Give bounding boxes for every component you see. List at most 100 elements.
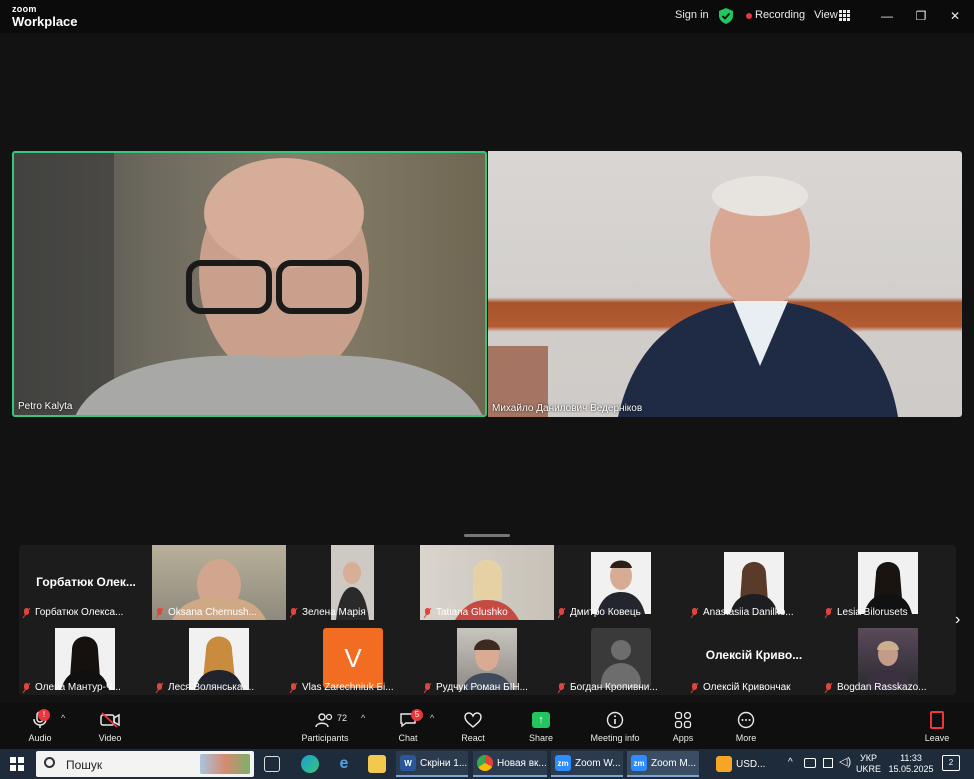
participant-label: Рудчук Роман БІН...	[436, 682, 528, 693]
heart-icon	[464, 712, 482, 728]
mic-muted-icon	[824, 607, 833, 618]
view-button[interactable]: View	[814, 9, 838, 21]
gallery-tile[interactable]: Lesia Bilorusets	[821, 545, 955, 620]
task-view-icon[interactable]	[264, 756, 280, 772]
share-button[interactable]: ↑ Share	[511, 709, 571, 743]
gallery-tile[interactable]: Рудчук Роман БІН...	[420, 620, 554, 695]
mic-muted-icon	[824, 682, 833, 693]
apps-label: Apps	[672, 733, 694, 743]
gallery-tile[interactable]: Богдан Кропивни...	[554, 620, 688, 695]
tray-overflow-chevron-icon[interactable]: ^	[788, 757, 793, 768]
react-button[interactable]: React	[443, 709, 503, 743]
participant-video-image	[14, 153, 483, 415]
participants-options-caret[interactable]: ^	[361, 713, 365, 723]
gallery-tile[interactable]: Зелена Марія	[286, 545, 420, 620]
more-button[interactable]: More	[716, 709, 776, 743]
battery-icon[interactable]	[823, 758, 833, 768]
network-icon[interactable]	[804, 758, 816, 768]
default-avatar-icon	[591, 628, 651, 688]
gallery-resize-handle[interactable]	[464, 534, 510, 537]
apps-button[interactable]: Apps	[653, 709, 713, 743]
gallery-tile[interactable]: Tatiana Glushko	[420, 545, 554, 620]
participant-video-image	[457, 628, 517, 690]
taskbar-clock[interactable]: 11:33 15.05.2025	[887, 753, 935, 775]
taskbar-app-chrome[interactable]: Новая вк...	[473, 751, 547, 777]
taskbar-app-label: USD...	[736, 758, 766, 770]
mic-muted-icon	[155, 682, 164, 693]
participant-video-image	[591, 552, 651, 614]
participant-name: Михайло Данилович Ведерніков	[492, 403, 643, 414]
participant-display-name: Горбатюк Олек...	[36, 575, 136, 589]
chat-options-caret[interactable]: ^	[430, 713, 434, 723]
gallery-tile[interactable]: Горбатюк Олек... Горбатюк Олекса...	[19, 545, 153, 620]
file-explorer-icon[interactable]	[368, 755, 386, 773]
currency-widget-icon	[716, 756, 732, 772]
audio-label: Audio	[28, 733, 52, 743]
chat-button[interactable]: Chat	[378, 709, 438, 743]
participant-label: Леся Волянська-...	[168, 682, 255, 693]
mic-muted-icon	[423, 682, 432, 693]
share-screen-arrow-icon: ↑	[532, 712, 550, 728]
video-tile-vedernikov[interactable]: Михайло Данилович Ведерніков	[488, 151, 962, 417]
gallery-tile[interactable]: V Vlas Zarechniuk Бі...	[286, 620, 420, 695]
clock-time: 11:33	[900, 753, 922, 763]
logo-workplace-text: Workplace	[12, 14, 78, 29]
participant-label: Олена Мантур-Ч...	[35, 682, 121, 693]
gallery-tile[interactable]: Леся Волянська-...	[152, 620, 286, 695]
gallery-tile[interactable]: Олексій Криво... Олексій Кривончак	[687, 620, 821, 695]
speaker-volume-icon[interactable]: ◁)	[839, 757, 851, 768]
gallery-tile[interactable]: Bogdan Rasskazo...	[821, 620, 955, 695]
taskbar-widget-currency[interactable]: USD...	[712, 751, 776, 777]
sign-in-button[interactable]: Sign in	[675, 9, 709, 21]
logo-zoom-text: zoom	[12, 4, 37, 14]
mic-muted-icon	[155, 607, 164, 618]
more-label: More	[735, 733, 757, 743]
video-label: Video	[98, 733, 122, 743]
participant-video-image	[724, 552, 784, 614]
video-button[interactable]: Video	[80, 709, 140, 743]
view-grid-icon[interactable]	[839, 10, 850, 21]
video-tile-petro-kalyta[interactable]: Petro Kalyta	[12, 151, 487, 417]
language-indicator[interactable]: УКР UKRE	[856, 753, 881, 775]
participant-avatar-letter: V	[323, 628, 383, 688]
gallery-tile[interactable]: Oksana Chernush...	[152, 545, 286, 620]
taskbar-app-zoom-workplace[interactable]: zm Zoom W...	[551, 751, 623, 777]
more-options-icon	[737, 711, 755, 729]
taskbar-app-zoom-meeting[interactable]: zm Zoom M...	[627, 751, 699, 777]
edge-browser-icon[interactable]	[301, 755, 319, 773]
participants-count: 72	[337, 713, 348, 723]
recording-indicator[interactable]: Recording	[755, 9, 805, 21]
windows-start-icon[interactable]	[10, 757, 24, 771]
internet-explorer-icon[interactable]: e	[335, 755, 353, 773]
leave-button[interactable]: Leave	[907, 709, 967, 743]
minimize-button[interactable]: —	[877, 6, 897, 26]
taskbar-app-word[interactable]: W Скріни 1...	[396, 751, 468, 777]
taskbar-search-box[interactable]: Пошук	[36, 751, 254, 777]
audio-options-caret[interactable]: ^	[61, 713, 65, 723]
gallery-tile[interactable]: Дмитро Ковець	[554, 545, 688, 620]
video-camera-off-icon	[100, 712, 120, 728]
zoom-window: zoom Workplace Sign in Recording View — …	[0, 0, 974, 779]
encryption-shield-icon[interactable]	[719, 8, 733, 24]
participant-label: Богдан Кропивни...	[570, 682, 658, 693]
meeting-info-button[interactable]: Meeting info	[585, 709, 645, 743]
restore-button[interactable]: ❐	[911, 6, 931, 26]
notifications-button[interactable]: 2	[942, 755, 960, 771]
chrome-icon	[477, 755, 493, 771]
participant-label: Tatiana Glushko	[436, 607, 508, 618]
participant-label: Anastasiia Danilko...	[703, 607, 794, 618]
gallery-tile[interactable]: Олена Мантур-Ч...	[19, 620, 153, 695]
title-bar: zoom Workplace Sign in Recording View — …	[0, 0, 974, 33]
share-label: Share	[528, 733, 554, 743]
participant-video-image	[55, 628, 115, 690]
clock-date: 15.05.2025	[888, 764, 934, 774]
search-highlight-image	[200, 754, 250, 774]
mic-muted-icon	[690, 682, 699, 693]
gallery-next-page-button[interactable]: ›	[955, 611, 960, 629]
close-button[interactable]: ✕	[945, 6, 965, 26]
participant-video-image	[858, 628, 918, 690]
zoom-icon: zm	[555, 755, 571, 771]
gallery-tile[interactable]: Anastasiia Danilko...	[687, 545, 821, 620]
zoom-workplace-logo: zoom Workplace	[12, 4, 78, 29]
taskbar-app-label: Новая вк...	[497, 757, 547, 769]
